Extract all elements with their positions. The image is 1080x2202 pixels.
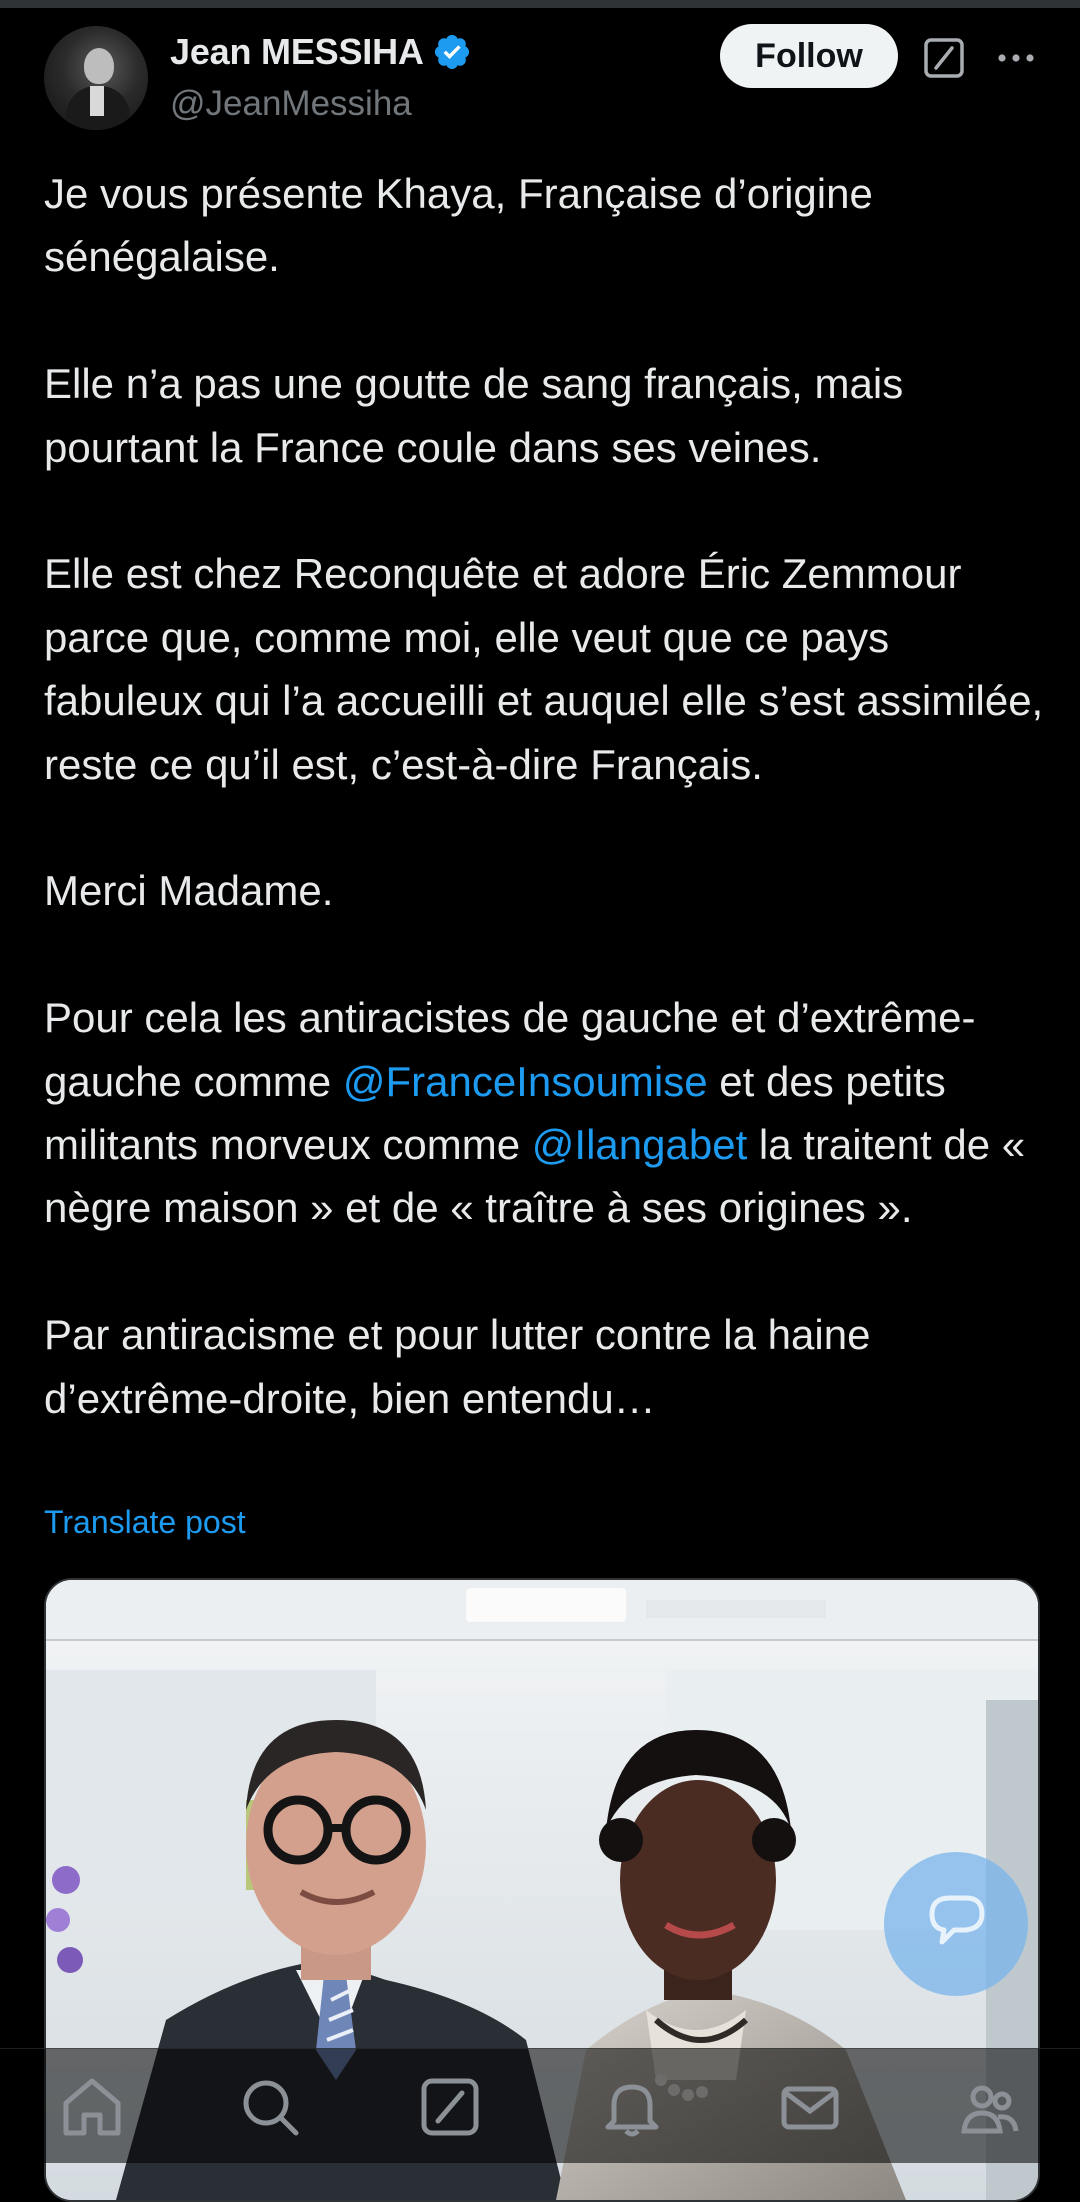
status-strip — [0, 0, 1080, 8]
author-display-name[interactable]: Jean MESSIHA — [170, 31, 424, 73]
post-paragraph-with-mentions: Pour cela les antiracistes de gauche et … — [44, 986, 1044, 1240]
author-avatar[interactable] — [44, 26, 148, 130]
search-icon[interactable] — [234, 2071, 306, 2143]
author-handle[interactable]: @JeanMessiha — [170, 84, 412, 124]
translate-post-link[interactable]: Translate post — [44, 1504, 246, 1541]
post-text: Je vous présente Khaya, Française d’orig… — [44, 162, 1044, 1430]
avatar-shirt — [90, 86, 104, 116]
compose-fab[interactable] — [884, 1852, 1028, 1996]
post-paragraph: Elle est chez Reconquête et adore Éric Z… — [44, 550, 1044, 788]
post-paragraph: Je vous présente Khaya, Française d’orig… — [44, 170, 873, 281]
avatar-head — [84, 48, 114, 84]
notifications-icon[interactable] — [596, 2071, 668, 2143]
post-paragraph: Par antiracisme et pour lutter contre la… — [44, 1311, 871, 1422]
more-options-icon[interactable] — [994, 36, 1038, 80]
grok-icon[interactable] — [922, 36, 966, 80]
post-paragraph: Elle n’a pas une goutte de sang français… — [44, 360, 904, 471]
bottom-navigation-bar — [0, 2048, 1080, 2163]
author-name-row[interactable]: Jean MESSIHA — [170, 30, 472, 74]
follow-button[interactable]: Follow — [720, 24, 898, 88]
mention-link-franceinsoumise[interactable]: @FranceInsoumise — [343, 1058, 708, 1105]
verified-badge-icon — [434, 34, 469, 70]
reply-bubble-icon — [929, 1895, 985, 1945]
home-icon[interactable] — [56, 2071, 128, 2143]
post-header: Jean MESSIHA @JeanMessiha Follow — [0, 8, 1080, 138]
mention-link-ilangabet[interactable]: @Ilangabet — [532, 1121, 747, 1168]
communities-icon[interactable] — [954, 2071, 1026, 2143]
messages-icon[interactable] — [774, 2071, 846, 2143]
post-paragraph: Merci Madame. — [44, 867, 334, 915]
grok-icon[interactable] — [414, 2071, 486, 2143]
